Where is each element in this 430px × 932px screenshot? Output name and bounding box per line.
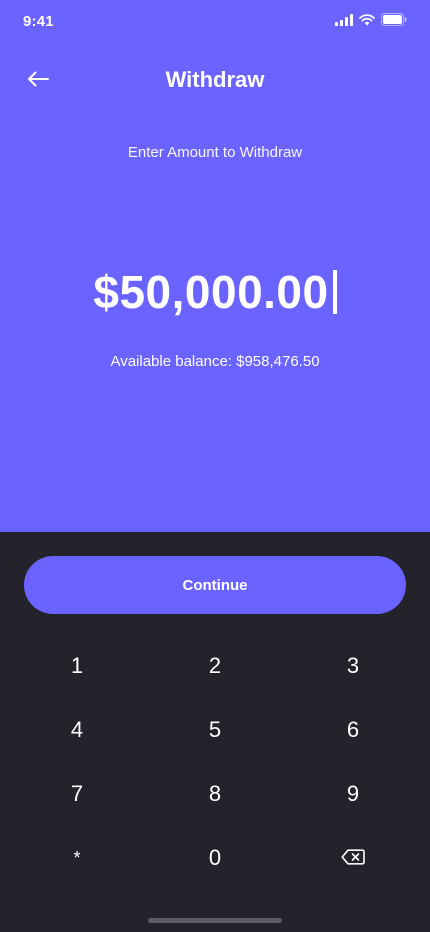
- page-title: Withdraw: [165, 67, 265, 92]
- amount-panel: 9:41 Withdraw Enter Amount to Withdraw $…: [0, 0, 430, 532]
- key-5[interactable]: 5: [160, 704, 270, 756]
- key-1[interactable]: 1: [22, 640, 132, 692]
- available-balance: Available balance: $958,476.50: [110, 353, 320, 370]
- continue-button[interactable]: Continue: [24, 556, 406, 614]
- amount-value: $50,000.00: [93, 266, 329, 318]
- home-indicator: [148, 918, 282, 923]
- amount-prompt: Enter Amount to Withdraw: [127, 144, 303, 161]
- key-8[interactable]: 8: [160, 768, 270, 820]
- delete-button[interactable]: [298, 832, 408, 884]
- key-6[interactable]: 6: [298, 704, 408, 756]
- status-bar: 9:41: [0, 0, 430, 44]
- key-3[interactable]: 3: [298, 640, 408, 692]
- key-7[interactable]: 7: [22, 768, 132, 820]
- status-icons: [335, 13, 407, 31]
- backspace-icon: [341, 845, 365, 871]
- wifi-icon: [359, 13, 375, 31]
- key-9[interactable]: 9: [298, 768, 408, 820]
- status-time: 9:41: [23, 13, 54, 30]
- header: Withdraw: [0, 56, 430, 106]
- amount-input[interactable]: $50,000.00: [0, 262, 430, 322]
- text-cursor: [332, 270, 337, 314]
- key-0[interactable]: 0: [160, 832, 270, 884]
- key-4[interactable]: 4: [22, 704, 132, 756]
- key-2[interactable]: 2: [160, 640, 270, 692]
- battery-icon: [381, 13, 407, 31]
- key-asterisk[interactable]: *: [22, 832, 132, 884]
- signal-icon: [335, 13, 353, 31]
